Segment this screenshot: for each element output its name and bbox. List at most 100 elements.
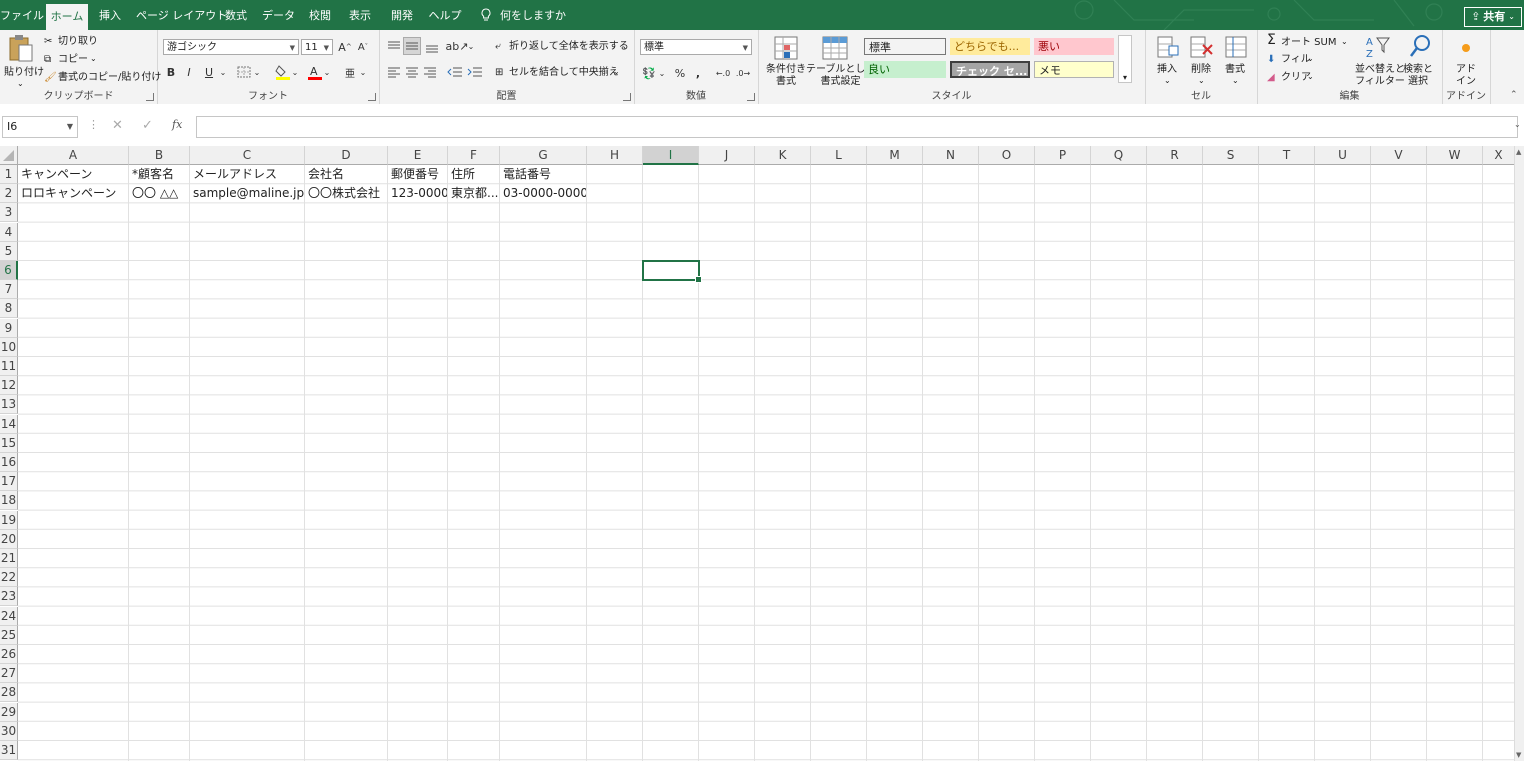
column-header-k[interactable]: K: [755, 146, 811, 165]
cell-e1[interactable]: 郵便番号: [388, 165, 447, 184]
cell-f2[interactable]: 東京都...: [448, 184, 499, 203]
format-painter-button[interactable]: 🖌 書式のコピー/貼り付け: [44, 70, 161, 86]
row-header-21[interactable]: 21: [0, 549, 18, 568]
formula-input[interactable]: [196, 116, 1518, 138]
style-normal[interactable]: 標準: [864, 38, 946, 55]
row-header-4[interactable]: 4: [0, 222, 18, 242]
column-header-i[interactable]: I: [643, 146, 699, 165]
cell-b1[interactable]: *顧客名: [129, 165, 189, 184]
scroll-up-icon[interactable]: ▲: [1516, 148, 1521, 156]
row-header-20[interactable]: 20: [0, 529, 18, 549]
styles-more-button[interactable]: ▾: [1118, 35, 1132, 83]
align-right-icon[interactable]: [423, 66, 437, 78]
row-header-19[interactable]: 19: [0, 510, 18, 530]
share-button[interactable]: ⇪ 共有 ⌄: [1464, 7, 1522, 27]
style-neutral[interactable]: どちらでも...: [950, 38, 1030, 55]
row-header-30[interactable]: 30: [0, 721, 18, 741]
column-header-h[interactable]: H: [587, 146, 643, 165]
chevron-down-icon[interactable]: ⌄: [291, 63, 299, 81]
row-header-25[interactable]: 25: [0, 625, 18, 645]
delete-cells-button[interactable]: 削除 ⌄: [1187, 34, 1217, 90]
column-header-p[interactable]: P: [1035, 146, 1091, 165]
border-icon[interactable]: [237, 66, 251, 78]
fill-handle[interactable]: [695, 276, 702, 284]
underline-button[interactable]: U: [199, 63, 219, 81]
insert-cells-button[interactable]: 挿入 ⌄: [1153, 34, 1183, 90]
column-header-m[interactable]: M: [867, 146, 923, 165]
cut-button[interactable]: ✂ 切り取り: [44, 34, 144, 50]
row-header-3[interactable]: 3: [0, 203, 18, 223]
column-header-l[interactable]: L: [811, 146, 867, 165]
column-header-o[interactable]: O: [979, 146, 1035, 165]
copy-button[interactable]: ⧉ コピー ⌄: [44, 52, 144, 68]
increase-font-size-icon[interactable]: A ^: [337, 39, 353, 55]
decrease-font-size-icon[interactable]: Aˇ: [355, 39, 371, 55]
align-middle-button[interactable]: [403, 37, 421, 55]
cell-f1[interactable]: 住所: [448, 165, 499, 184]
row-header-26[interactable]: 26: [0, 645, 18, 664]
style-note[interactable]: メモ: [1034, 61, 1114, 78]
expand-formula-bar-icon[interactable]: ⌄: [1514, 120, 1521, 129]
format-cells-button[interactable]: 書式 ⌄: [1221, 34, 1251, 90]
dialog-launcher-icon[interactable]: [368, 93, 376, 101]
tab-review[interactable]: 校閲: [306, 0, 334, 30]
column-header-j[interactable]: J: [699, 146, 755, 165]
cell-b2[interactable]: 〇〇 △△: [129, 184, 189, 203]
scroll-down-icon[interactable]: ▼: [1516, 751, 1521, 759]
sort-filter-button[interactable]: AZ 並べ替えと フィルター: [1355, 34, 1405, 90]
currency-format-icon[interactable]: 💱: [640, 64, 658, 82]
tell-me-box[interactable]: 何をしますか: [480, 0, 566, 30]
paste-button[interactable]: 貼り付け ⌄: [4, 34, 44, 90]
column-header-f[interactable]: F: [448, 146, 500, 165]
chevron-down-icon[interactable]: ⌄: [359, 63, 367, 81]
addins-button[interactable]: アド イン: [1450, 34, 1482, 90]
tab-formulas[interactable]: 数式: [222, 0, 250, 30]
comma-style-button[interactable]: ,: [690, 64, 706, 82]
find-select-button[interactable]: 検索と 選択: [1401, 34, 1441, 90]
row-header-1[interactable]: 1: [0, 165, 18, 184]
tab-data[interactable]: データ: [262, 0, 295, 30]
row-header-12[interactable]: 12: [0, 376, 18, 396]
chevron-down-icon[interactable]: ⌄: [467, 38, 475, 54]
row-header-8[interactable]: 8: [0, 299, 18, 319]
tab-view[interactable]: 表示: [346, 0, 374, 30]
column-header-e[interactable]: E: [388, 146, 448, 165]
cancel-entry-icon[interactable]: ✕: [112, 118, 123, 133]
chevron-down-icon[interactable]: ⌄: [658, 64, 666, 82]
decrease-indent-icon[interactable]: [447, 66, 463, 78]
merge-center-button[interactable]: ⊞ セルを結合して中央揃え ⌄: [495, 65, 625, 81]
tab-developer[interactable]: 開発: [388, 0, 416, 30]
bold-button[interactable]: B: [163, 63, 179, 81]
increase-indent-icon[interactable]: [467, 66, 483, 78]
cell-d2[interactable]: 〇〇株式会社: [305, 184, 387, 203]
tab-page-layout[interactable]: ページ レイアウト: [136, 0, 227, 30]
column-header-a[interactable]: A: [18, 146, 129, 165]
confirm-entry-icon[interactable]: ✓: [142, 118, 153, 133]
tab-insert[interactable]: 挿入: [96, 0, 124, 30]
column-header-t[interactable]: T: [1259, 146, 1315, 165]
column-header-b[interactable]: B: [129, 146, 190, 165]
row-header-10[interactable]: 10: [0, 337, 18, 357]
cell-g2[interactable]: 03-0000-0000: [500, 184, 586, 203]
column-header-u[interactable]: U: [1315, 146, 1371, 165]
text-orientation-icon[interactable]: ab↗: [446, 38, 469, 54]
insert-function-button[interactable]: fx: [172, 118, 182, 131]
number-format-combo[interactable]: 標準 ▼: [640, 39, 752, 55]
row-header-6[interactable]: 6: [0, 261, 18, 280]
row-header-28[interactable]: 28: [0, 683, 18, 703]
column-header-v[interactable]: V: [1371, 146, 1427, 165]
column-header-r[interactable]: R: [1147, 146, 1203, 165]
style-bad[interactable]: 悪い: [1034, 38, 1114, 55]
autosum-button[interactable]: Σ オート SUM ⌄: [1267, 33, 1348, 50]
style-good[interactable]: 良い: [864, 61, 946, 78]
align-left-icon[interactable]: [387, 66, 401, 78]
increase-decimal-icon[interactable]: ←.0: [714, 64, 732, 82]
chevron-down-icon[interactable]: ⌄: [253, 63, 261, 81]
clear-button[interactable]: ◢ クリア ⌄: [1267, 70, 1327, 86]
tab-help[interactable]: ヘルプ: [428, 0, 462, 30]
column-header-w[interactable]: W: [1427, 146, 1483, 165]
align-bottom-icon[interactable]: [425, 40, 439, 54]
dialog-launcher-icon[interactable]: [146, 93, 154, 101]
row-header-11[interactable]: 11: [0, 357, 18, 376]
column-header-s[interactable]: S: [1203, 146, 1259, 165]
